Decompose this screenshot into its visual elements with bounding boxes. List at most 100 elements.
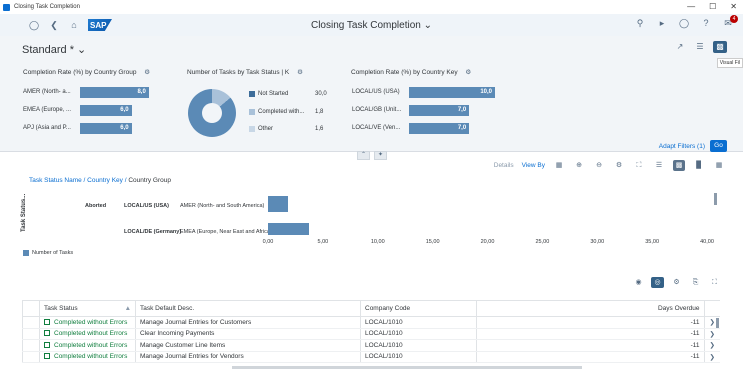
export-icon[interactable]: ⎘ <box>689 277 702 288</box>
legend-item[interactable]: Other <box>249 126 273 132</box>
help-icon[interactable]: ◯ <box>677 18 691 29</box>
chevron-down-icon[interactable]: ⌄ <box>424 20 432 31</box>
fullscreen-icon[interactable]: ⛶ <box>708 277 721 288</box>
breadcrumb-path[interactable]: Task Status Name / Country Key / <box>29 177 128 184</box>
megaphone-icon[interactable]: ▸ <box>655 18 669 29</box>
status-indicator-icon <box>44 353 50 360</box>
bar[interactable]: 7,0 <box>409 105 470 116</box>
column-chart-icon[interactable]: ▉ <box>693 160 705 171</box>
go-button[interactable]: Go <box>710 140 727 152</box>
chart-status-label: Aborted <box>85 203 107 209</box>
hide-details-icon[interactable]: ◎ <box>651 277 664 288</box>
details-button[interactable]: Details <box>494 162 514 169</box>
legend-value: 1,6 <box>315 126 324 132</box>
legend-icon[interactable]: ☰ <box>653 160 665 171</box>
zoom-in-icon[interactable]: ⊕ <box>573 160 585 171</box>
sap-logo[interactable]: SAP <box>88 19 112 31</box>
app-title[interactable]: Closing Task Completion <box>311 20 421 31</box>
row-navigation-icon[interactable]: ❯ <box>703 328 720 340</box>
task-status-cell: Completed without Errors <box>39 351 136 363</box>
chart-view-icon[interactable]: ▩ <box>673 160 685 171</box>
row-selector[interactable] <box>22 351 40 363</box>
view-by-button[interactable]: View By <box>522 162 545 169</box>
chart-key-label: LOCAL/US (USA) <box>124 203 169 209</box>
collapse-header-button[interactable]: ⌃ <box>357 151 370 160</box>
x-tick-label: 35,00 <box>645 239 660 245</box>
chevron-down-icon: ⌄ <box>77 44 87 56</box>
pin-header-button[interactable]: ✦ <box>374 151 387 160</box>
back-icon[interactable]: ❮ <box>44 20 64 31</box>
chart-bar[interactable] <box>268 223 309 235</box>
row-navigation-icon[interactable]: ❯ <box>703 351 720 363</box>
table-toolbar: ◉ ◎ ⚙ ⎘ ⛶ <box>632 277 721 288</box>
task-status-cell: Completed without Errors <box>39 316 136 329</box>
window-titlebar: Closing Task Completion — ☐ ✕ <box>0 0 743 14</box>
card-task-status: Number of Tasks by Task Status | K ⚙ <box>187 68 303 76</box>
row-selector[interactable] <box>22 339 40 352</box>
bar[interactable]: 8,0 <box>80 87 149 98</box>
x-tick-label: 20,00 <box>480 239 495 245</box>
close-button[interactable]: ✕ <box>730 2 737 11</box>
fullscreen-icon[interactable]: ⛶ <box>633 160 645 171</box>
bar[interactable]: 7,0 <box>409 123 470 134</box>
maximize-button[interactable]: ☐ <box>709 2 716 11</box>
horizontal-scrollbar[interactable] <box>232 366 582 369</box>
breadcrumb-current: Country Group <box>128 177 171 184</box>
card-title: Completion Rate (%) by Country Group <box>23 69 137 76</box>
column-header-label: Task Status <box>44 305 78 312</box>
column-header-days-overdue[interactable]: Days Overdue <box>476 300 705 317</box>
legend-item[interactable]: Not Started <box>249 91 288 97</box>
settings-icon[interactable]: ⚙ <box>465 69 471 76</box>
home-icon[interactable]: ⌂ <box>64 20 84 30</box>
bar-value: 6,0 <box>120 125 129 131</box>
bar-value: 6,0 <box>120 107 129 113</box>
chart-scrollbar[interactable] <box>714 193 717 205</box>
company-code-cell: LOCAL/1010 <box>360 316 477 329</box>
table-row[interactable]: Completed without Errors Manage Customer … <box>22 339 720 352</box>
table-view-icon[interactable]: ▦ <box>713 160 725 171</box>
column-header-task-status[interactable]: Task Status ▲ <box>39 300 136 317</box>
question-icon[interactable]: ? <box>699 18 713 29</box>
chart-bar[interactable] <box>268 196 288 212</box>
search-icon[interactable]: ⚲ <box>633 18 647 29</box>
table-row[interactable]: Completed without Errors Manage Journal E… <box>22 351 720 363</box>
bar[interactable]: 6,0 <box>80 123 132 134</box>
settings-icon[interactable]: ⚙ <box>144 69 150 76</box>
drill-down-icon[interactable]: ▦ <box>553 160 565 171</box>
column-header-company-code[interactable]: Company Code <box>360 300 477 317</box>
legend-label: Not Started <box>258 91 289 97</box>
bar[interactable]: 10,0 <box>409 87 495 98</box>
task-status-cell: Completed without Errors <box>39 339 136 352</box>
row-selector[interactable] <box>22 328 40 340</box>
share-icon[interactable]: ↗ <box>673 41 687 53</box>
compact-filter-icon[interactable]: ☰ <box>693 41 707 53</box>
settings-icon[interactable]: ⚙ <box>297 69 303 76</box>
drilldown-breadcrumb: Task Status Name / Country Key / Country… <box>29 177 171 184</box>
table-row[interactable]: Completed without Errors Manage Journal E… <box>22 316 720 329</box>
notifications-icon[interactable]: ✉ 4 <box>721 15 738 29</box>
table-row[interactable]: Completed without Errors Clear Incoming P… <box>22 328 720 340</box>
legend-label: Completed with... <box>258 109 305 115</box>
row-navigation-icon[interactable]: ❯ <box>703 339 720 352</box>
show-details-icon[interactable]: ◉ <box>632 277 645 288</box>
zoom-out-icon[interactable]: ⊖ <box>593 160 605 171</box>
settings-icon[interactable]: ⚙ <box>670 277 683 288</box>
minimize-button[interactable]: — <box>687 2 695 11</box>
window-title: Closing Task Completion <box>14 4 80 10</box>
legend-value: 1,8 <box>315 109 324 115</box>
app-title-menu: Closing Task Completion ⌄ <box>0 20 743 31</box>
column-header-desc[interactable]: Task Default Desc. <box>135 300 361 317</box>
settings-icon[interactable]: ⚙ <box>613 160 625 171</box>
visual-filter-icon[interactable]: ▩ <box>713 41 727 53</box>
legend-item[interactable]: Completed with... <box>249 109 304 115</box>
row-selector[interactable] <box>22 316 40 329</box>
bar[interactable]: 6,0 <box>80 105 132 116</box>
variant-selector[interactable]: Standard * ⌄ <box>22 43 86 56</box>
select-all-header[interactable] <box>22 300 40 317</box>
table-scrollbar[interactable] <box>716 318 719 328</box>
status-donut[interactable] <box>188 89 236 137</box>
user-icon[interactable]: ◯ <box>24 20 44 31</box>
status-indicator-icon <box>44 318 50 325</box>
adapt-filters-link[interactable]: Adapt Filters (1) <box>659 143 705 150</box>
nav-header <box>703 300 720 317</box>
